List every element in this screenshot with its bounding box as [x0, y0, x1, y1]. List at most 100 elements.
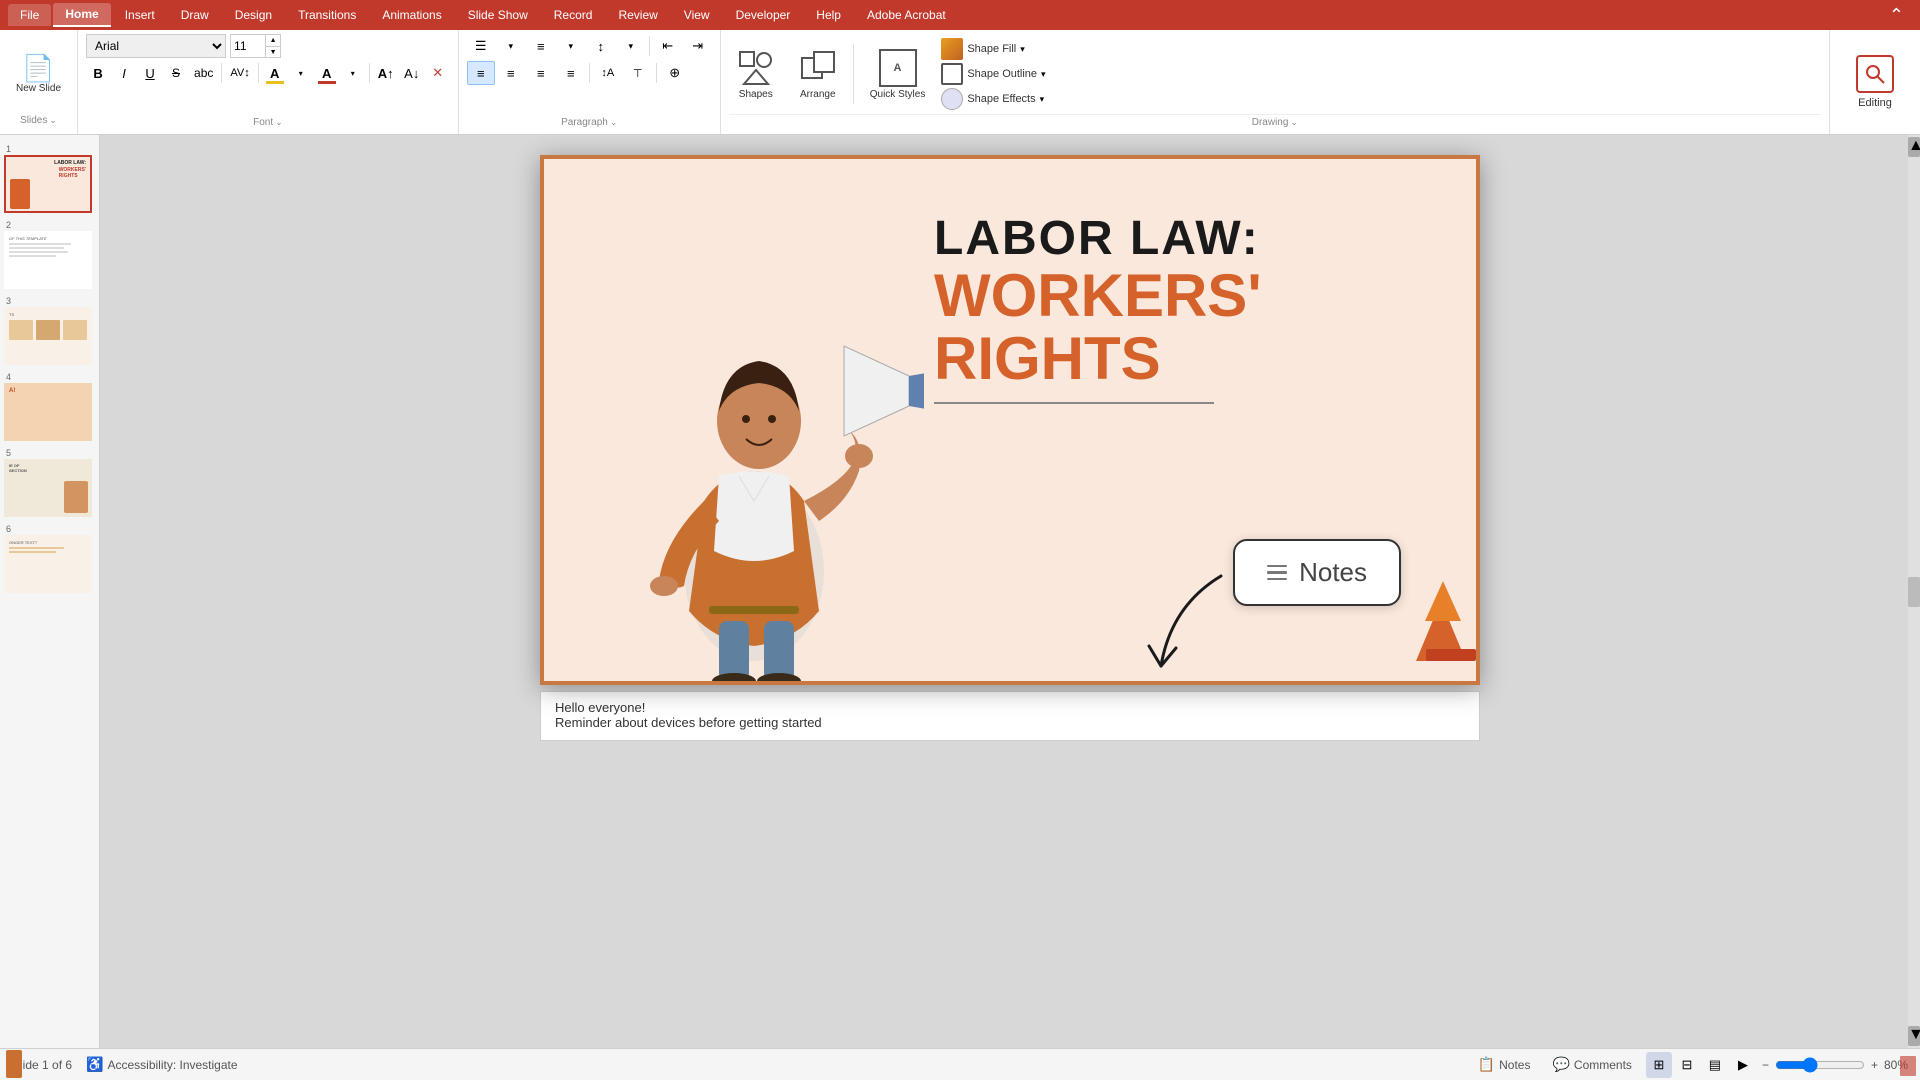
font-size-decrease-btn[interactable]: ▼: [266, 46, 280, 57]
shape-effects-dropdown[interactable]: ▾: [1040, 94, 1045, 105]
para-divider2: [589, 63, 590, 83]
tab-transitions[interactable]: Transitions: [286, 4, 368, 26]
scroll-down-btn[interactable]: ▼: [1908, 1026, 1920, 1046]
numbered-list-button[interactable]: ≡: [527, 34, 555, 58]
normal-view-btn[interactable]: ⊞: [1646, 1052, 1672, 1078]
slide-number-5: 5: [4, 447, 95, 459]
slide-number-1: 1: [4, 143, 95, 155]
font-size-increase-btn[interactable]: ▲: [266, 35, 280, 46]
tab-file[interactable]: File: [8, 4, 51, 26]
slide-thumb-3[interactable]: 3 TS: [4, 295, 95, 365]
line-spacing-button[interactable]: ↕: [587, 34, 615, 58]
new-slide-button[interactable]: 📄 New Slide: [10, 36, 67, 113]
comments-status-button[interactable]: 💬 Comments: [1544, 1054, 1639, 1075]
underline-button[interactable]: U: [138, 61, 162, 85]
highlight-color-button[interactable]: A: [315, 61, 339, 85]
canvas-area: LABOR LAW: WORKERS' RIGHTS: [100, 135, 1920, 1048]
line-spacing-dropdown[interactable]: ▾: [617, 34, 645, 58]
slide-sorter-view-btn[interactable]: ⊟: [1674, 1052, 1700, 1078]
para-divider3: [656, 63, 657, 83]
shape-fill-icon: [941, 38, 963, 60]
numbered-list-dropdown[interactable]: ▾: [557, 34, 585, 58]
cone-decoration: [1396, 531, 1476, 681]
new-slide-label: New Slide: [16, 83, 61, 94]
font-color-dropdown[interactable]: ▾: [289, 61, 313, 85]
scroll-thumb[interactable]: [1908, 577, 1920, 607]
arrange-label: Arrange: [800, 89, 836, 100]
indent-decrease-button[interactable]: ⇤: [654, 34, 682, 58]
shape-fill-dropdown[interactable]: ▾: [1020, 44, 1025, 55]
strikethrough-button[interactable]: S: [164, 61, 188, 85]
tab-design[interactable]: Design: [223, 4, 284, 26]
thumb3-label: TS: [9, 312, 87, 317]
thumb2-lines: [9, 243, 87, 257]
zoom-slider[interactable]: [1775, 1057, 1865, 1073]
scroll-up-btn[interactable]: ▲: [1908, 137, 1920, 157]
slide-canvas[interactable]: LABOR LAW: WORKERS' RIGHTS: [540, 155, 1480, 685]
font-size-decrease-btn2[interactable]: A↓: [400, 61, 424, 85]
clear-format-button[interactable]: ✕: [426, 61, 450, 85]
shapes-button[interactable]: Shapes: [729, 45, 783, 104]
zoom-plus-btn[interactable]: +: [1871, 1058, 1878, 1072]
text-align-v-button[interactable]: ⊤: [624, 61, 652, 85]
tab-record[interactable]: Record: [542, 4, 605, 26]
tab-developer[interactable]: Developer: [724, 4, 803, 26]
tab-help[interactable]: Help: [804, 4, 853, 26]
font-color-button[interactable]: A: [263, 61, 287, 85]
slide-thumb-5[interactable]: 5 IE OFSECTION: [4, 447, 95, 517]
ribbon-tab-bar: File Home Insert Draw Design Transitions…: [0, 0, 1920, 30]
align-left-button[interactable]: ≡: [467, 61, 495, 85]
accessibility-btn[interactable]: ♿ Accessibility: Investigate: [86, 1056, 238, 1073]
notes-status-button[interactable]: 📋 Notes: [1470, 1054, 1539, 1075]
text-direction-button[interactable]: ↕A: [594, 61, 622, 85]
bold-button[interactable]: B: [86, 61, 110, 85]
tab-review[interactable]: Review: [606, 4, 669, 26]
slides-group-label[interactable]: Slides ⌄: [20, 113, 57, 128]
tab-draw[interactable]: Draw: [169, 4, 221, 26]
font-size-input[interactable]: [231, 35, 265, 57]
reading-view-btn[interactable]: ▤: [1702, 1052, 1728, 1078]
align-right-button[interactable]: ≡: [527, 61, 555, 85]
font-color-group: A: [263, 61, 287, 85]
tab-view[interactable]: View: [672, 4, 722, 26]
tab-slideshow[interactable]: Slide Show: [456, 4, 540, 26]
font-size-increase-btn2[interactable]: A↑: [374, 61, 398, 85]
editing-button[interactable]: Editing: [1846, 38, 1904, 126]
slideshow-btn[interactable]: ▶: [1730, 1052, 1756, 1078]
italic-button[interactable]: I: [112, 61, 136, 85]
highlight-dropdown[interactable]: ▾: [341, 61, 365, 85]
bullet-list-button[interactable]: ☰: [467, 34, 495, 58]
arrange-button[interactable]: Arrange: [791, 45, 845, 104]
font-name-select[interactable]: Arial: [86, 34, 226, 58]
paragraph-group: ☰ ▾ ≡ ▾ ↕ ▾ ⇤ ⇥ ≡ ≡ ≡ ≡ ↕A ⊤ ⊕: [459, 30, 721, 134]
tab-insert[interactable]: Insert: [113, 4, 167, 26]
shape-outline-button[interactable]: Shape Outline ▾: [941, 63, 1045, 85]
zoom-minus-btn[interactable]: −: [1762, 1058, 1769, 1072]
slide-thumb-4[interactable]: 4 A!: [4, 371, 95, 441]
tab-adobe[interactable]: Adobe Acrobat: [855, 4, 958, 26]
smartart-button[interactable]: ⊕: [661, 61, 689, 85]
tab-animations[interactable]: Animations: [370, 4, 453, 26]
shape-effects-button[interactable]: Shape Effects ▾: [941, 88, 1045, 110]
shadow-button[interactable]: abc: [190, 61, 217, 85]
slide-number-6: 6: [4, 523, 95, 535]
quick-styles-button[interactable]: A Quick Styles: [862, 45, 934, 104]
bullet-list-dropdown[interactable]: ▾: [497, 34, 525, 58]
vertical-scrollbar[interactable]: ▲ ▼: [1908, 135, 1920, 1048]
minimize-ribbon-icon[interactable]: ⌃: [1881, 5, 1912, 26]
speaker-notes-area[interactable]: Hello everyone! Reminder about devices b…: [540, 691, 1480, 741]
align-center-button[interactable]: ≡: [497, 61, 525, 85]
slide-thumb-1[interactable]: 1 LABOR LAW: WORKERS'RIGHTS: [4, 143, 95, 213]
drawing-group-label[interactable]: Drawing ⌄: [729, 114, 1821, 130]
slide-thumb-2[interactable]: 2 OF THIS TEMPLATE: [4, 219, 95, 289]
thumb1-title: LABOR LAW:: [54, 161, 86, 167]
shape-outline-dropdown[interactable]: ▾: [1041, 69, 1046, 80]
align-justify-button[interactable]: ≡: [557, 61, 585, 85]
shape-fill-button[interactable]: Shape Fill ▾: [941, 38, 1045, 60]
char-spacing-button[interactable]: AV↕: [226, 61, 253, 85]
slide-thumb-6[interactable]: 6 ONGER TEXT?: [4, 523, 95, 593]
tab-home[interactable]: Home: [53, 3, 110, 27]
font-group-label[interactable]: Font ⌄: [86, 115, 450, 130]
paragraph-group-label[interactable]: Paragraph ⌄: [467, 115, 712, 130]
indent-increase-button[interactable]: ⇥: [684, 34, 712, 58]
